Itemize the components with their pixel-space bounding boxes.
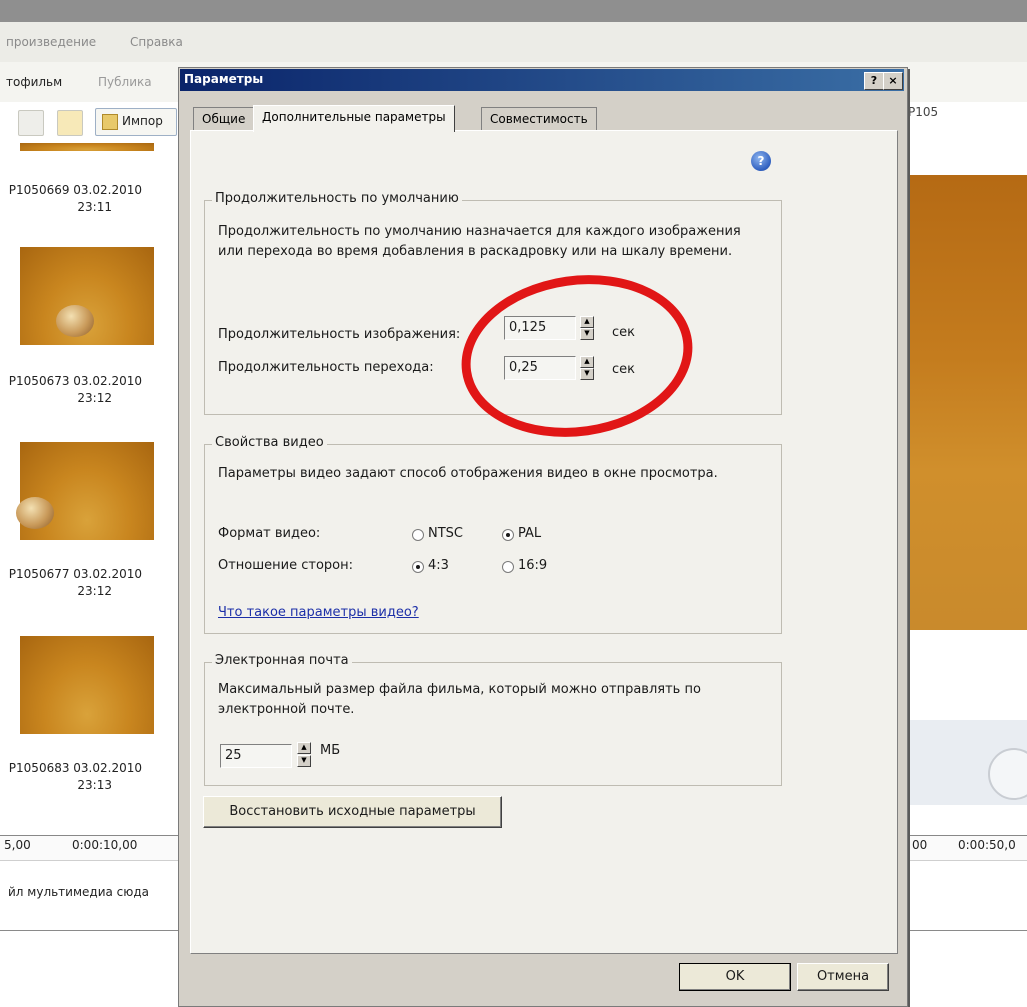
ruler-tick: 5,00 <box>4 838 31 852</box>
tab-advanced[interactable]: Дополнительные параметры <box>253 105 455 132</box>
ball-image <box>16 497 54 529</box>
aspect-ratio-label: Отношение сторон: <box>218 558 353 573</box>
menu-item-playback[interactable]: произведение <box>6 35 96 49</box>
ruler-tick: 0:00:50,0 <box>958 838 1016 852</box>
thumbnail[interactable] <box>20 247 154 345</box>
email-size-input[interactable]: 25 <box>220 744 292 768</box>
email-size-unit: МБ <box>320 743 341 758</box>
ruler-tick: 00 <box>912 838 928 852</box>
toolbar-publish-label[interactable]: Публика <box>98 75 152 89</box>
radio-ntsc-label[interactable]: NTSC <box>428 524 463 544</box>
email-description: Максимальный размер файла фильма, которы… <box>218 682 701 717</box>
thumbnail[interactable] <box>20 636 154 734</box>
restore-defaults-button[interactable]: Восстановить исходные параметры <box>203 796 502 828</box>
thumbnail[interactable] <box>16 442 154 540</box>
timeline-drop-hint: йл мультимедиа сюда <box>8 885 150 899</box>
help-title-button[interactable]: ? <box>864 72 884 90</box>
video-group-legend: Свойства видео <box>212 435 327 450</box>
menu-item-help[interactable]: Справка <box>130 35 183 49</box>
duration-description: Продолжительность по умолчанию назначает… <box>218 224 741 259</box>
image-duration-label: Продолжительность изображения: <box>218 327 461 342</box>
email-size-up-button[interactable]: ▲ <box>297 742 311 754</box>
duration-group-legend: Продолжительность по умолчанию <box>212 191 462 206</box>
clip-time: 23:11 <box>77 200 112 214</box>
storyboard-toggle-button[interactable] <box>18 110 44 136</box>
video-description: Параметры видео задают способ отображени… <box>218 466 718 481</box>
cancel-button[interactable]: Отмена <box>797 963 889 991</box>
ok-button[interactable]: OK <box>679 963 791 991</box>
clip-caption: P1050673 03.02.2010 23:12 <box>0 373 142 407</box>
radio-4-3-label[interactable]: 4:3 <box>428 556 449 576</box>
tab-general[interactable]: Общие <box>193 107 255 131</box>
clip-name: P1050669 03.02.2010 <box>8 183 142 197</box>
import-icon <box>102 114 118 130</box>
toolbar-movie-label[interactable]: тофильм <box>6 75 62 89</box>
tab-compatibility[interactable]: Совместимость <box>481 107 597 131</box>
radio-16-9[interactable] <box>502 561 514 573</box>
clip-name: P1050683 03.02.2010 <box>8 761 142 775</box>
clip-caption: P1050683 03.02.2010 23:13 <box>0 760 142 794</box>
radio-16-9-label[interactable]: 16:9 <box>518 556 547 576</box>
dialog-title: Параметры <box>184 72 264 86</box>
import-label: Импор <box>122 114 163 128</box>
dialog-titlebar[interactable] <box>180 69 904 91</box>
clip-caption: P1050669 03.02.2010 23:11 <box>0 182 142 216</box>
clip-name: P1050673 03.02.2010 <box>8 374 142 388</box>
preview-title: P105 <box>908 105 939 119</box>
thumbnail[interactable] <box>20 143 154 151</box>
collections-button[interactable] <box>57 110 83 136</box>
clip-time: 23:12 <box>77 584 112 598</box>
preview-monitor <box>905 175 1027 630</box>
radio-pal[interactable] <box>502 529 514 541</box>
ruler-tick: 0:00:10,00 <box>72 838 138 852</box>
radio-4-3[interactable] <box>412 561 424 573</box>
video-settings-help-link[interactable]: Что такое параметры видео? <box>218 605 419 620</box>
transition-duration-label: Продолжительность перехода: <box>218 360 434 375</box>
question-icon[interactable]: ? <box>751 151 771 171</box>
ball-image <box>56 305 94 337</box>
clip-name: P1050677 03.02.2010 <box>8 567 142 581</box>
app-title-strip <box>0 0 1027 22</box>
import-button[interactable]: Импор <box>95 108 177 136</box>
radio-ntsc[interactable] <box>412 529 424 541</box>
clip-caption: P1050677 03.02.2010 23:12 <box>0 566 142 600</box>
email-size-down-button[interactable]: ▼ <box>297 755 311 767</box>
video-format-label: Формат видео: <box>218 526 321 541</box>
radio-pal-label[interactable]: PAL <box>518 524 541 544</box>
clip-time: 23:13 <box>77 778 112 792</box>
close-button[interactable]: × <box>883 72 903 90</box>
clip-time: 23:12 <box>77 391 112 405</box>
email-group-legend: Электронная почта <box>212 653 352 668</box>
